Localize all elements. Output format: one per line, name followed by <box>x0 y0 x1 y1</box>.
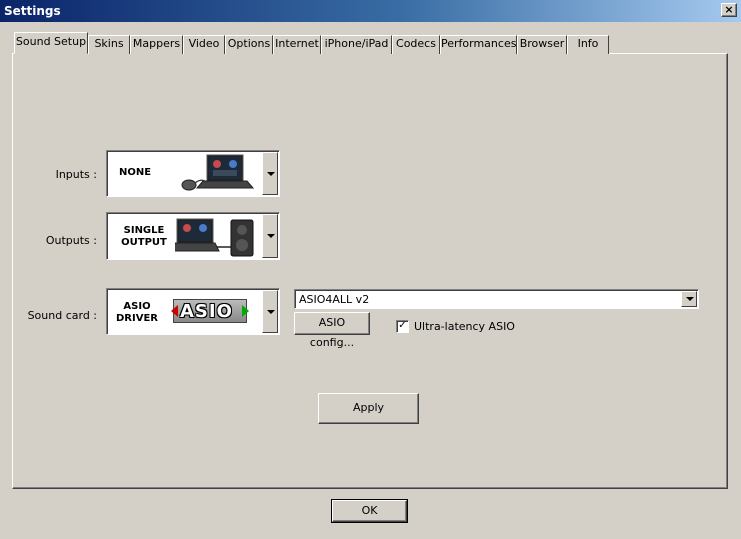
sound-card-label: Sound card : <box>27 309 97 322</box>
laptop-speaker-image <box>175 218 254 257</box>
outputs-value: SINGLE OUTPUT <box>121 225 167 249</box>
asio-device-dropdown-arrow[interactable] <box>681 291 697 307</box>
panel-content: Inputs : NONE Outputs : SINGLE OUTPUT So… <box>0 0 741 539</box>
inputs-dropdown-arrow[interactable] <box>262 152 278 195</box>
ultra-latency-label: Ultra-latency ASIO <box>414 320 515 333</box>
apply-label: Apply <box>352 401 385 414</box>
inputs-combo[interactable]: NONE <box>106 150 280 197</box>
outputs-label: Outputs : <box>45 234 97 247</box>
outputs-value-line1: SINGLE <box>123 225 165 236</box>
inputs-value: NONE <box>119 167 152 178</box>
ok-button[interactable]: OK <box>331 499 408 523</box>
inputs-label: Inputs : <box>55 168 97 181</box>
sound-card-dropdown-arrow[interactable] <box>262 290 278 333</box>
ok-label: OK <box>361 504 378 517</box>
arrow-right-icon <box>242 305 249 317</box>
asio-logo: ASIO <box>171 299 249 323</box>
sound-card-value-line2: DRIVER <box>116 313 158 324</box>
asio-device-value: ASIO4ALL v2 <box>299 293 370 306</box>
arrow-left-icon <box>171 305 178 317</box>
sound-card-value-line1: ASIO <box>123 301 151 312</box>
outputs-dropdown-arrow[interactable] <box>262 214 278 258</box>
apply-button[interactable]: Apply <box>318 393 419 424</box>
sound-card-combo[interactable]: ASIO DRIVER ASIO <box>106 288 280 335</box>
sound-card-value: ASIO DRIVER <box>115 301 159 325</box>
outputs-combo[interactable]: SINGLE OUTPUT <box>106 212 280 260</box>
asio-config-label: ASIO config... <box>309 316 355 349</box>
asio-config-button[interactable]: ASIO config... <box>294 312 370 349</box>
asio-logo-text: ASIO <box>180 301 233 322</box>
outputs-value-line2: OUTPUT <box>121 237 167 248</box>
checkmark-icon: ✓ <box>398 320 407 331</box>
ultra-latency-checkbox[interactable]: ✓ <box>396 320 409 333</box>
laptop-mouse-image <box>181 154 255 191</box>
asio-device-select[interactable]: ASIO4ALL v2 <box>294 289 699 309</box>
